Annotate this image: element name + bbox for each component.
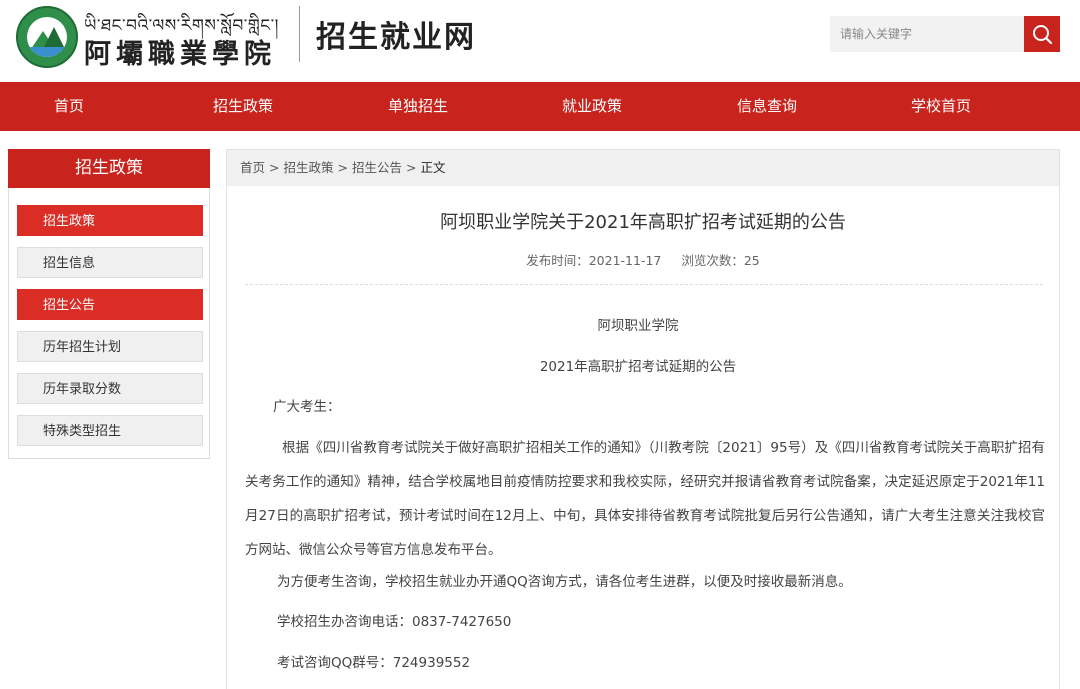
- article-subtitle: 2021年高职扩招考试延期的公告: [539, 359, 737, 375]
- article-body-text: 根据《四川省教育考试院关于做好高职扩招相关工作的通知》（川教考院〔2021〕95…: [245, 440, 1045, 558]
- breadcrumb-separator: >: [406, 160, 417, 175]
- breadcrumb-admission-notice[interactable]: 招生公告: [352, 160, 402, 175]
- sidebar-item-admission-info[interactable]: 招生信息: [17, 247, 203, 278]
- publish-time: 发布时间：2021-11-17: [526, 253, 662, 268]
- sidebar-item-past-scores[interactable]: 历年录取分数: [17, 373, 203, 404]
- breadcrumb-separator: >: [337, 160, 348, 175]
- article-divider: [245, 284, 1043, 285]
- search-box: [830, 16, 1024, 52]
- article-meta: 发布时间：2021-11-17 浏览次数：25: [227, 250, 1059, 269]
- breadcrumb-current: 正文: [420, 160, 446, 175]
- article-qq-group: 考试咨询QQ群号：724939552: [277, 655, 471, 671]
- nav-item-employment-policy[interactable]: 就业政策: [532, 82, 652, 131]
- sidebar-title: 招生政策: [8, 149, 210, 188]
- breadcrumb-admission-policy[interactable]: 招生政策: [284, 160, 334, 175]
- breadcrumb-separator: >: [269, 160, 280, 175]
- header-divider: [299, 6, 300, 62]
- nav-item-admission-policy[interactable]: 招生政策: [183, 82, 303, 131]
- sidebar-item-past-plans[interactable]: 历年招生计划: [17, 331, 203, 362]
- site-title: 招生就业网: [316, 20, 476, 55]
- main-nav: 首页 招生政策 单独招生 就业政策 信息查询 学校首页: [0, 82, 1080, 131]
- view-count: 浏览次数：25: [681, 253, 760, 268]
- nav-item-info-query[interactable]: 信息查询: [707, 82, 827, 131]
- main-content: 首页 > 招生政策 > 招生公告 > 正文 阿坝职业学院关于2021年高职扩招考试延期的公告…: [226, 149, 1060, 689]
- article-title: 阿坝职业学院关于2021年高职扩招考试延期的公告: [440, 212, 846, 233]
- search-input[interactable]: [830, 16, 1024, 52]
- article-body: 根据《四川省教育考试院关于做好高职扩招相关工作的通知》（川教考院〔2021〕95…: [245, 431, 1045, 567]
- breadcrumb-home[interactable]: 首页: [240, 160, 265, 175]
- article-phone: 学校招生办咨询电话：0837-7427650: [277, 614, 512, 630]
- search-button[interactable]: [1024, 16, 1060, 52]
- site-header: ཡི་ཐང་བའི་ལས་རིགས་སློབ་གླིང་། 阿壩職業學院 招生就…: [0, 0, 1080, 82]
- nav-item-home[interactable]: 首页: [9, 82, 129, 131]
- sidebar: 招生政策 招生政策 招生信息 招生公告 历年招生计划 历年录取分数 特殊类型招生: [8, 149, 210, 459]
- logo-chinese-text: 阿壩職業學院: [84, 39, 276, 70]
- breadcrumb: 首页 > 招生政策 > 招生公告 > 正文: [227, 150, 1059, 186]
- school-seal-icon: [16, 6, 78, 68]
- search-icon: [1033, 25, 1053, 45]
- sidebar-item-special-admission[interactable]: 特殊类型招生: [17, 415, 203, 446]
- sidebar-item-admission-notice[interactable]: 招生公告: [17, 289, 203, 320]
- article-org: 阿坝职业学院: [597, 318, 679, 334]
- nav-item-independent-admission[interactable]: 单独招生: [358, 82, 478, 131]
- article-greeting: 广大考生：: [273, 399, 341, 415]
- sidebar-item-admission-policy[interactable]: 招生政策: [17, 205, 203, 236]
- school-logo[interactable]: ཡི་ཐང་བའི་ལས་རིགས་སློབ་གླིང་། 阿壩職業學院: [14, 4, 294, 70]
- article-qq-note: 为方便考生咨询，学校招生就业办开通QQ咨询方式，请各位考生进群，以便及时接收最新…: [277, 574, 852, 590]
- nav-item-school-home[interactable]: 学校首页: [881, 82, 1001, 131]
